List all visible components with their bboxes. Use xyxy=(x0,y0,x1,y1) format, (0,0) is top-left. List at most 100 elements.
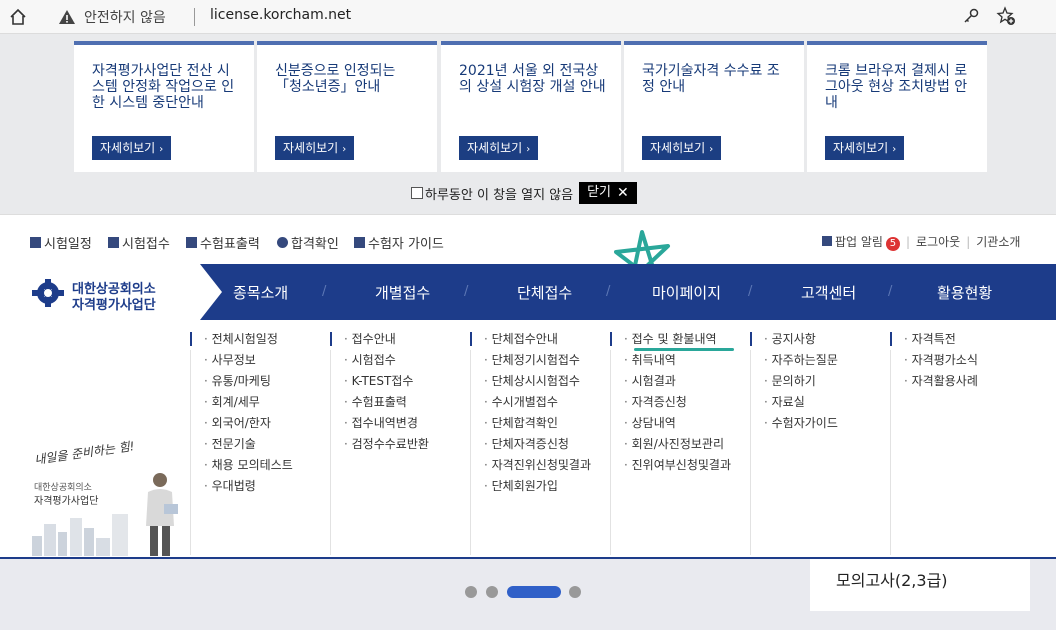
menu-item[interactable]: 단체정기시험접수 xyxy=(484,353,591,374)
detail-button-label: 자세히보기 xyxy=(467,141,523,155)
menu-item[interactable]: 시험접수 xyxy=(344,353,429,374)
logo-gear-icon xyxy=(32,279,64,307)
gnb-item-group[interactable]: 단체접수 xyxy=(517,282,572,303)
util-exam-register[interactable]: 시험접수 xyxy=(108,233,170,252)
menu-item[interactable]: 접수내역변경 xyxy=(344,416,429,437)
detail-button[interactable]: 자세히보기 › xyxy=(825,136,905,160)
menu-item[interactable]: 문의하기 xyxy=(764,374,838,395)
column-marker xyxy=(610,332,612,346)
menu-item[interactable]: 공지사항 xyxy=(764,332,838,353)
menu-item[interactable]: 단체회원가입 xyxy=(484,479,591,500)
city-buildings-icon xyxy=(32,514,128,556)
detail-button[interactable]: 자세히보기 › xyxy=(459,136,539,160)
column-divider xyxy=(890,350,891,555)
promo-illustration: 내일을 준비하는 힘! 대한상공회의소 자격평가사업단 xyxy=(20,439,190,558)
menu-item[interactable]: 수시개별접수 xyxy=(484,395,591,416)
menu-item[interactable]: 우대법령 xyxy=(204,479,293,500)
popup-close-button[interactable]: 닫기 ✕ xyxy=(579,182,637,204)
gnb-divider: / xyxy=(748,284,753,299)
util-ticket-print[interactable]: 수험표출력 xyxy=(186,233,260,252)
slider-dot[interactable] xyxy=(569,586,581,598)
home-icon[interactable] xyxy=(8,7,28,27)
menu-item[interactable]: 시험결과 xyxy=(624,374,731,395)
popup-count-badge: 5 xyxy=(885,237,900,251)
detail-button-label: 자세히보기 xyxy=(100,141,156,155)
menu-item[interactable]: 단체합격확인 xyxy=(484,416,591,437)
main-navigation: 대한상공회의소 자격평가사업단 종목소개 / 개별접수 / 단체접수 / 마이페… xyxy=(0,264,1056,320)
close-icon: ✕ xyxy=(617,185,629,201)
divider: | xyxy=(905,235,911,249)
menu-item[interactable]: 사무정보 xyxy=(204,353,293,374)
detail-button-label: 자세히보기 xyxy=(833,141,889,155)
menu-item[interactable]: 검정수수료반환 xyxy=(344,437,429,458)
gnb-item-usage[interactable]: 활용현황 xyxy=(937,282,992,303)
column-divider xyxy=(330,350,331,555)
menu-item[interactable]: 수험표출력 xyxy=(344,395,429,416)
column-divider xyxy=(750,350,751,555)
util-label: 수험표출력 xyxy=(200,237,260,252)
url-field[interactable]: license.korcham.net xyxy=(210,7,351,23)
util-label: 수험자 가이드 xyxy=(368,237,444,252)
org-intro-link[interactable]: 기관소개 xyxy=(976,235,1020,249)
menu-item[interactable]: 자격증신청 xyxy=(624,395,731,416)
menu-item[interactable]: 접수안내 xyxy=(344,332,429,353)
menu-item[interactable]: 자격진위신청및결과 xyxy=(484,458,591,479)
chevron-right-icon: › xyxy=(526,144,531,155)
menu-item[interactable]: 자격활용사례 xyxy=(904,374,978,395)
menu-item[interactable]: 자료실 xyxy=(764,395,838,416)
detail-button[interactable]: 자세히보기 › xyxy=(642,136,722,160)
highlight-underline-annotation xyxy=(634,348,734,351)
detail-button-label: 자세히보기 xyxy=(650,141,706,155)
menu-item[interactable]: 단체접수안내 xyxy=(484,332,591,353)
menu-item[interactable]: 단체상시시험접수 xyxy=(484,374,591,395)
menu-item[interactable]: 유통/마케팅 xyxy=(204,374,293,395)
detail-button[interactable]: 자세히보기 › xyxy=(92,136,172,160)
notice-title: 신분증으로 인정되는 「청소년증」안내 xyxy=(275,63,396,95)
gnb-item-support[interactable]: 고객센터 xyxy=(801,282,856,303)
dont-show-checkbox[interactable] xyxy=(411,187,423,199)
logout-link[interactable]: 로그아웃 xyxy=(916,235,960,249)
menu-item[interactable]: K-TEST접수 xyxy=(344,374,429,395)
util-pass-check[interactable]: 합격확인 xyxy=(277,233,339,252)
gnb-item-subjects[interactable]: 종목소개 xyxy=(233,282,288,303)
menu-item[interactable]: 진위여부신청및결과 xyxy=(624,458,731,479)
slider-dot[interactable] xyxy=(486,586,498,598)
column-marker xyxy=(470,332,472,346)
gnb-item-mypage[interactable]: 마이페이지 xyxy=(652,282,721,303)
notice-card: 자격평가사업단 전산 시스템 안정화 작업으로 인한 시스템 중단안내 자세히보… xyxy=(74,41,254,172)
address-divider xyxy=(194,8,195,26)
column-divider xyxy=(190,350,191,555)
menu-item[interactable]: 외국어/한자 xyxy=(204,416,293,437)
menu-item[interactable]: 단체자격증신청 xyxy=(484,437,591,458)
util-exam-schedule[interactable]: 시험일정 xyxy=(30,233,92,252)
menu-item[interactable]: 자격특전 xyxy=(904,332,978,353)
menu-item[interactable]: 전문기술 xyxy=(204,437,293,458)
notice-title: 자격평가사업단 전산 시스템 안정화 작업으로 인한 시스템 중단안내 xyxy=(92,63,235,111)
slider-dot-active[interactable] xyxy=(507,586,561,598)
add-favorite-icon[interactable] xyxy=(996,6,1016,26)
menu-item[interactable]: 취득내역 xyxy=(624,353,731,374)
menu-item[interactable]: 회계/세무 xyxy=(204,395,293,416)
menu-item[interactable]: 수험자가이드 xyxy=(764,416,838,437)
util-label: 시험일정 xyxy=(44,237,92,252)
menu-item[interactable]: 전체시험일정 xyxy=(204,332,293,353)
dont-show-label[interactable]: 하루동안 이 창을 열지 않음 xyxy=(425,184,573,203)
util-guide[interactable]: 수험자 가이드 xyxy=(354,233,444,252)
popup-alert-link[interactable]: 팝업 알림 5 | 로그아웃 | 기관소개 xyxy=(822,233,1020,251)
slider-dot[interactable] xyxy=(465,586,477,598)
key-icon[interactable] xyxy=(962,7,980,25)
notice-card: 신분증으로 인정되는 「청소년증」안내 자세히보기 › xyxy=(257,41,437,172)
chevron-right-icon: › xyxy=(342,144,347,155)
menu-item[interactable]: 회원/사진정보관리 xyxy=(624,437,731,458)
gnb-item-individual[interactable]: 개별접수 xyxy=(375,282,430,303)
warning-icon[interactable] xyxy=(58,8,76,26)
security-status[interactable]: 안전하지 않음 xyxy=(84,7,166,27)
popup-close-label: 닫기 xyxy=(587,185,612,200)
menu-item[interactable]: 채용 모의테스트 xyxy=(204,458,293,479)
popup-close-row: 하루동안 이 창을 열지 않음 닫기 ✕ xyxy=(411,182,637,204)
menu-item[interactable]: 자주하는질문 xyxy=(764,353,838,374)
detail-button[interactable]: 자세히보기 › xyxy=(275,136,355,160)
menu-item[interactable]: 상담내역 xyxy=(624,416,731,437)
menu-item[interactable]: 자격평가소식 xyxy=(904,353,978,374)
site-logo[interactable]: 대한상공회의소 자격평가사업단 xyxy=(0,264,222,320)
